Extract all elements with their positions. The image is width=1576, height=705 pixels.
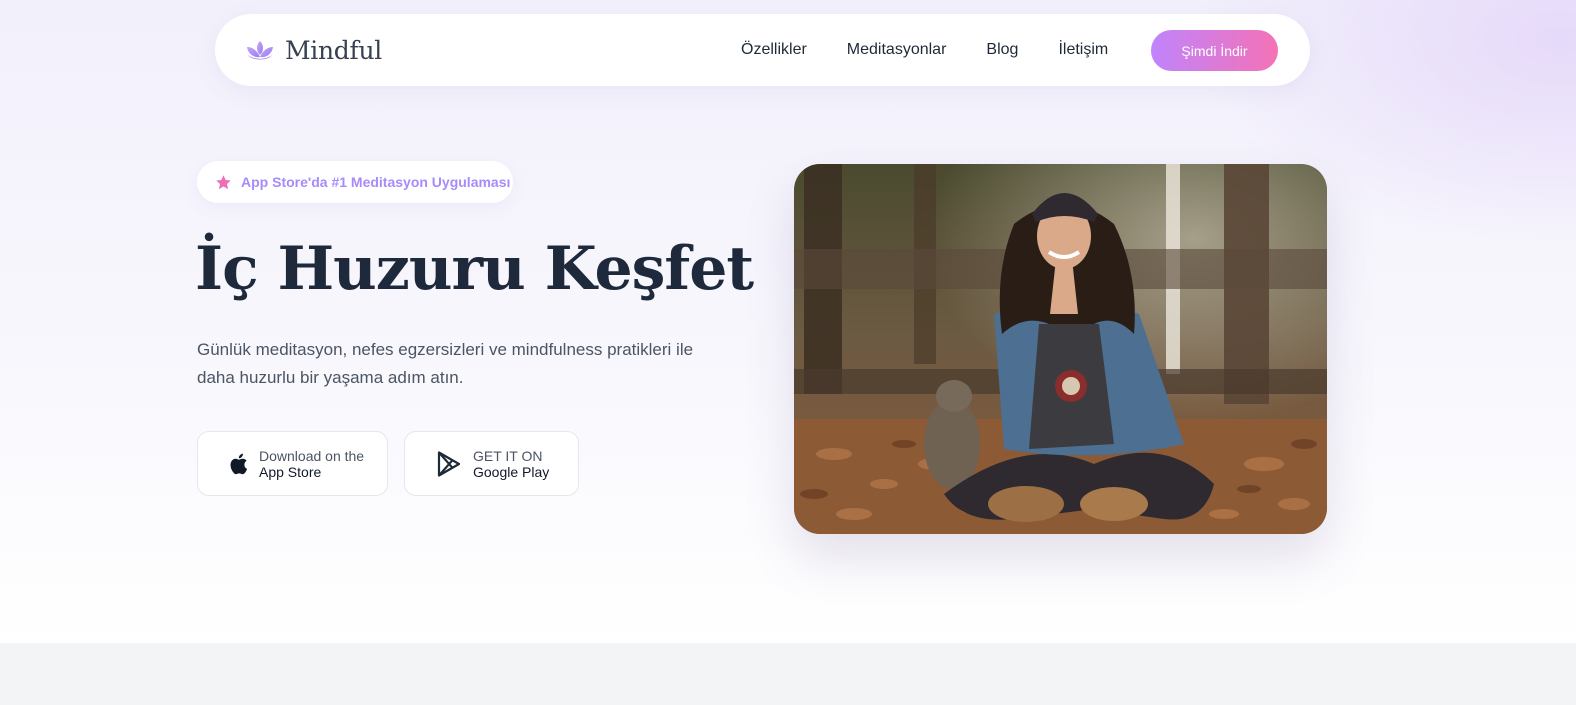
hero-description: Günlük meditasyon, nefes egzersizleri ve… — [197, 340, 694, 387]
nav-link-iletisim[interactable]: İletişim — [1058, 41, 1108, 59]
hero-image — [794, 164, 1327, 534]
lotus-icon — [247, 41, 273, 60]
app-store-texts: Download on the App Store — [259, 448, 364, 480]
google-play-button[interactable]: GET IT ON Google Play — [404, 431, 579, 496]
brand-name: Mindful — [285, 35, 382, 65]
google-play-icon — [437, 450, 461, 477]
app-store-big-text: App Store — [259, 463, 322, 480]
nav-links: Özellikler Meditasyonlar Blog İletişim — [741, 14, 1148, 86]
google-play-texts: GET IT ON Google Play — [473, 448, 549, 480]
nav-link-meditasyonlar[interactable]: Meditasyonlar — [847, 41, 947, 59]
hero-background — [0, 0, 1576, 646]
download-now-button[interactable]: Şimdi İndir — [1151, 30, 1278, 71]
google-play-small-text: GET IT ON — [473, 447, 543, 464]
star-icon — [216, 174, 231, 189]
ranking-badge: App Store'da #1 Meditasyon Uygulaması — [197, 161, 513, 203]
hero-title: İç Huzuru Keşfet — [195, 234, 754, 304]
nav-link-ozellikler[interactable]: Özellikler — [741, 41, 807, 59]
badge-text: App Store'da #1 Meditasyon Uygulaması — [241, 174, 511, 190]
app-store-button[interactable]: Download on the App Store — [197, 431, 388, 496]
navbar: Mindful Özellikler Meditasyonlar Blog İl… — [215, 14, 1310, 86]
nav-link-blog[interactable]: Blog — [986, 41, 1018, 59]
meditation-photo — [794, 164, 1327, 534]
app-store-small-text: Download on the — [259, 447, 365, 464]
brand-logo[interactable]: Mindful — [245, 14, 382, 86]
apple-icon — [230, 453, 248, 474]
next-section-band — [0, 643, 1576, 705]
google-play-big-text: Google Play — [473, 463, 550, 480]
